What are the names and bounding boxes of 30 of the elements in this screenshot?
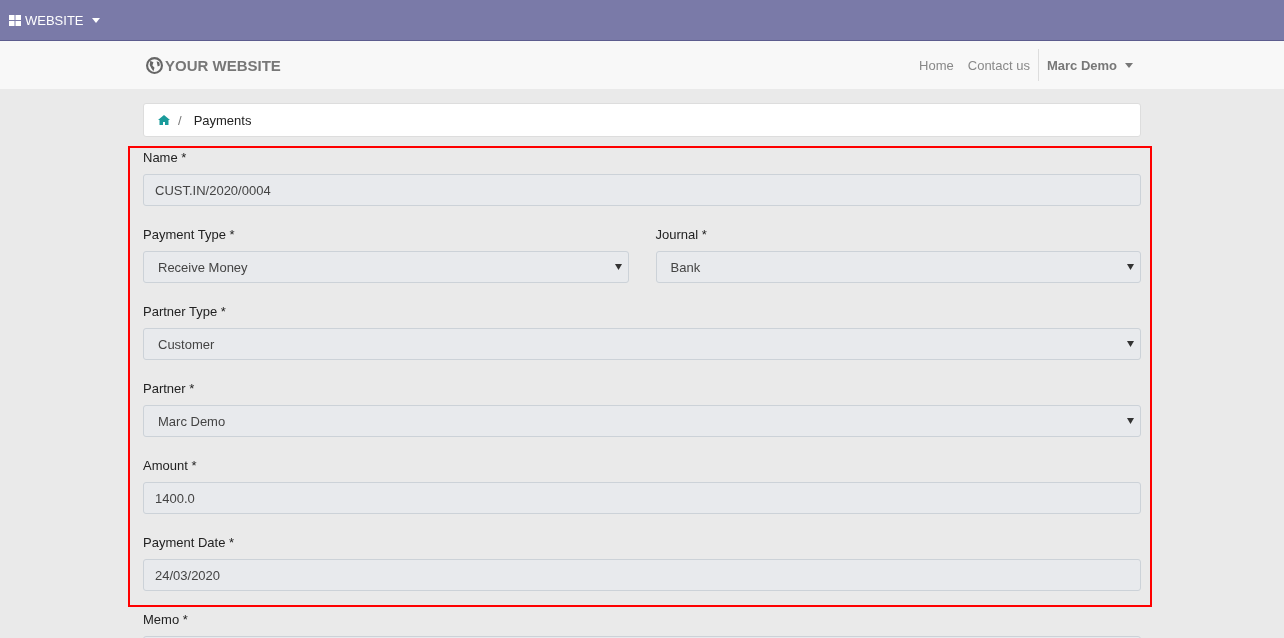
caret-icon [614,264,622,270]
select-field[interactable]: Receive Money [143,251,629,283]
field-label: Journal * [655,227,708,243]
select-field[interactable]: Marc Demo [143,405,1141,437]
caret-icon [1127,264,1134,270]
caret-icon [1127,341,1134,347]
field-label: Memo * [143,612,189,628]
field-label: Partner Type * [143,304,227,320]
text-field[interactable]: 24/03/2020 [143,559,1141,591]
field-label: Partner * [143,381,196,397]
caret-icon [91,17,100,23]
site-logo[interactable]: YOUR WEBSITE [146,56,281,74]
user-menu[interactable]: Marc Demo [1038,57,1141,73]
select-field[interactable]: Customer [143,328,1141,360]
caret-icon [1127,418,1134,424]
field-label: Payment Type * [143,227,236,243]
app-menu-button[interactable]: WEBSITE [9,12,100,28]
text-field[interactable]: CUST.IN/2020/0004 [143,174,1141,206]
breadcrumb-current: Payments [193,112,252,128]
home-icon[interactable] [158,115,170,125]
breadcrumb-separator: / [178,112,182,128]
text-field[interactable]: 1400.0 [143,482,1141,514]
select-field[interactable]: Bank [655,251,1141,283]
grid-icon [9,14,21,26]
field-label: Payment Date * [143,535,236,551]
globe-icon [146,56,163,74]
caret-icon [1125,62,1133,68]
field-label: Name * [143,150,188,166]
field-label: Amount * [143,458,198,474]
nav-link[interactable]: Contact us [960,57,1037,73]
